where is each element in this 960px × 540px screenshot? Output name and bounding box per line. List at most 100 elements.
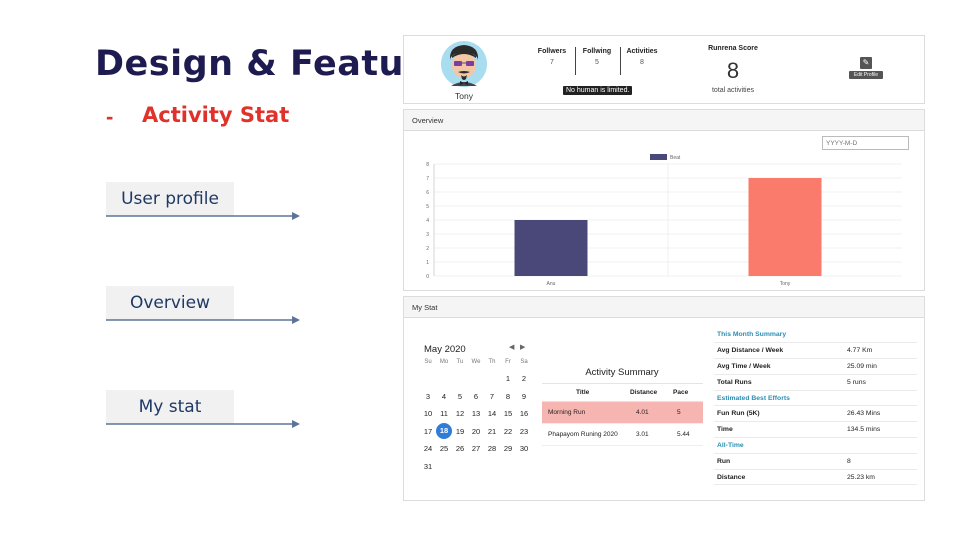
calendar-weekday: Mo	[439, 359, 449, 365]
calendar-day-label: 24	[423, 444, 433, 454]
calendar-day[interactable]: 22	[500, 423, 516, 439]
y-tick-label: 6	[426, 190, 429, 196]
calendar-day[interactable]: 16	[516, 406, 532, 422]
calendar-day-label: 27	[471, 444, 481, 454]
calendar-day[interactable]: 29	[500, 441, 516, 457]
col-title: Title	[542, 383, 630, 402]
calendar-day[interactable]: 15	[500, 406, 516, 422]
calendar-day-label: 3	[425, 391, 431, 401]
summary-cell: Morning Run	[542, 401, 630, 424]
calendar-day[interactable]: 3	[420, 388, 436, 404]
calendar-blank	[452, 371, 468, 387]
edit-profile-label: Edit Profile	[849, 71, 883, 79]
calendar-day[interactable]: 31	[420, 458, 436, 474]
calendar-day-label: 26	[455, 444, 465, 454]
stats-key: Time	[714, 421, 844, 439]
y-tick-label: 2	[426, 246, 429, 252]
calendar-day[interactable]: 7	[484, 388, 500, 404]
limit-badge: No human is limited.	[563, 86, 633, 95]
calendar-day[interactable]: 14	[484, 406, 500, 422]
calendar-day[interactable]: 1	[500, 371, 516, 387]
calendar-day[interactable]: 17	[420, 423, 436, 439]
calendar-day[interactable]: 26	[452, 441, 468, 457]
calendar-next-icon[interactable]: ▶	[520, 343, 525, 351]
stats-section-row: This Month Summary	[714, 327, 917, 344]
score-title: Runrena Score	[708, 45, 758, 52]
stats-row: Total Runs 5 runs	[714, 374, 917, 391]
calendar-day[interactable]: 27	[468, 441, 484, 457]
calendar-day[interactable]: 18	[436, 423, 452, 440]
calendar-day[interactable]: 28	[484, 441, 500, 457]
calendar-day[interactable]: 5	[452, 388, 468, 404]
calendar-day[interactable]: 13	[468, 406, 484, 422]
calendar-day-label: 13	[471, 409, 481, 419]
calendar-day[interactable]: 11	[436, 406, 452, 422]
stats-section-row: All-Time	[714, 437, 917, 454]
y-tick-label: 3	[426, 232, 429, 238]
following-label: Follwing	[582, 48, 612, 55]
stats-value: 134.5 mins	[844, 421, 917, 439]
calendar-day-label: 28	[487, 444, 497, 454]
calendar-day-label: 19	[455, 426, 465, 436]
stats-key: Fun Run (5K)	[714, 405, 844, 423]
y-tick-label: 4	[426, 218, 429, 224]
calendar-day[interactable]: 21	[484, 423, 500, 439]
followers-stat[interactable]: Follwers 7	[530, 48, 574, 66]
summary-row[interactable]: Morning Run 4.01 5	[542, 401, 703, 424]
calendar-day-label: 20	[471, 426, 481, 436]
calendar-weekday: Su	[424, 359, 432, 365]
stats-value: 8	[844, 453, 917, 470]
pencil-icon: ✎	[860, 57, 872, 69]
calendar-day[interactable]: 10	[420, 406, 436, 422]
calendar-day[interactable]: 24	[420, 441, 436, 457]
subtitle-marker: -	[106, 104, 114, 129]
calendar-day[interactable]: 23	[516, 423, 532, 439]
legend-swatch	[650, 154, 667, 160]
calendar-prev-icon[interactable]: ◀	[509, 343, 514, 351]
calendar-month: May 2020	[424, 344, 466, 355]
calendar-day-label: 22	[503, 426, 513, 436]
calendar-day[interactable]: 20	[468, 423, 484, 439]
calendar-weekday: Th	[488, 359, 496, 365]
mystat-header: My Stat	[404, 297, 924, 318]
mystat-panel: My Stat May 2020 ◀ ▶ Su Mo Tu We Th Fr Sa 1234…	[403, 296, 925, 501]
user-name: Tony	[455, 91, 473, 101]
calendar-day-label: 17	[423, 426, 433, 436]
avatar[interactable]	[439, 40, 489, 88]
calendar-blank	[468, 371, 484, 387]
calendar-weekday: We	[471, 359, 481, 365]
calendar-day-label: 23	[519, 426, 529, 436]
slide-title: Design & Feature	[95, 44, 446, 84]
edit-profile-button[interactable]: ✎ Edit Profile	[849, 57, 883, 81]
stats-key: Avg Distance / Week	[714, 342, 844, 360]
overview-header: Overview	[404, 110, 924, 131]
calendar-day[interactable]: 8	[500, 388, 516, 404]
calendar-day-label: 30	[519, 444, 529, 454]
calendar-day[interactable]: 2	[516, 371, 532, 387]
followers-label: Follwers	[537, 48, 567, 55]
calendar-day-label: 9	[521, 391, 527, 401]
following-stat[interactable]: Follwing 5	[575, 48, 619, 66]
calendar-day[interactable]: 9	[516, 388, 532, 404]
col-pace: Pace	[673, 383, 703, 402]
summary-row[interactable]: Phapayom Runing 2020 3.01 5.44	[542, 423, 703, 446]
calendar-day[interactable]: 19	[452, 423, 468, 439]
summary-cell: 4.01	[630, 401, 673, 424]
calendar-day-label: 8	[505, 391, 511, 401]
calendar-day[interactable]: 4	[436, 388, 452, 404]
stats-row: Time 134.5 mins	[714, 421, 917, 439]
calendar-day[interactable]: 25	[436, 441, 452, 457]
calendar-day[interactable]: 30	[516, 441, 532, 457]
calendar-day[interactable]: 12	[452, 406, 468, 422]
col-distance: Distance	[630, 383, 673, 402]
stats-value: 25.23 km	[844, 469, 917, 486]
calendar-day-label: 21	[487, 426, 497, 436]
calendar-weekday: Tu	[456, 359, 464, 365]
calendar-day[interactable]: 6	[468, 388, 484, 404]
activities-stat[interactable]: Activities 8	[620, 48, 664, 66]
y-tick-label: 1	[426, 260, 429, 266]
arrow-user-profile	[106, 212, 300, 220]
calendar-day-label: 29	[503, 444, 513, 454]
score-value: 8	[726, 58, 740, 83]
summary-cell: Phapayom Runing 2020	[542, 423, 630, 446]
